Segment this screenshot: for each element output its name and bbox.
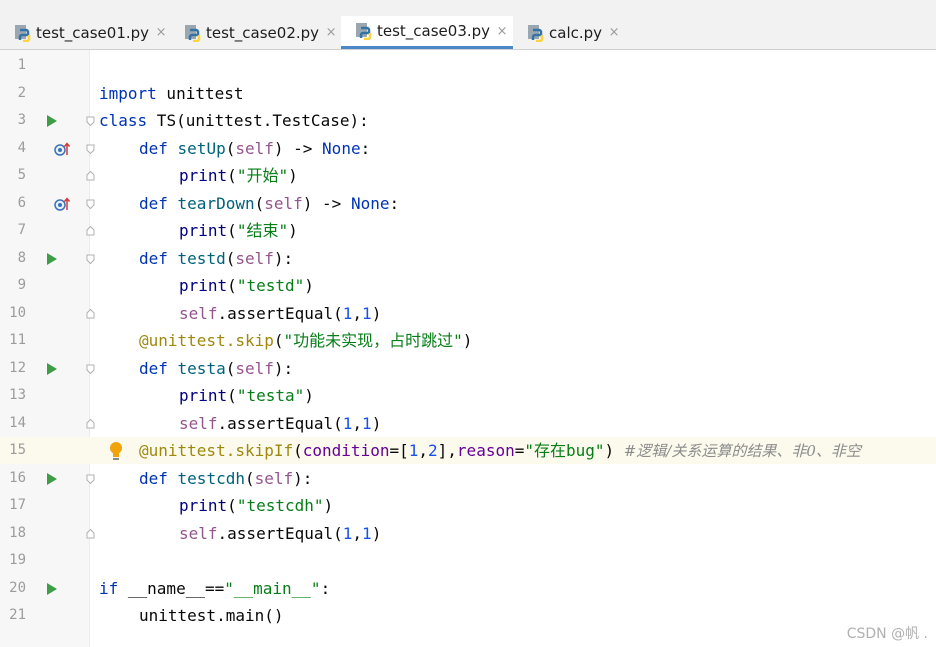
run-icon[interactable] [47, 363, 57, 375]
code-text[interactable]: self.assertEqual(1,1) [179, 520, 381, 547]
fold-end-icon[interactable] [86, 309, 95, 319]
line-number: 14 [9, 415, 26, 431]
code-line: 10 self.assertEqual(1,1) [0, 300, 936, 327]
python-file-icon [528, 24, 544, 42]
lightbulb-icon[interactable] [108, 440, 124, 462]
code-text[interactable]: print("结束") [179, 217, 298, 244]
close-icon[interactable]: × [496, 24, 508, 39]
code-text[interactable]: def testcdh(self): [139, 465, 312, 492]
code-line: 13 print("testa") [0, 382, 936, 409]
code-line: 9 print("testd") [0, 272, 936, 299]
line-number: 4 [17, 140, 26, 156]
code-text[interactable]: print("testd") [179, 272, 314, 299]
code-line: 4 def setUp(self) -> None: [0, 135, 936, 162]
code-line: 19 [0, 547, 936, 574]
line-number: 21 [9, 607, 26, 623]
fold-end-icon[interactable] [86, 419, 95, 429]
line-number: 20 [9, 580, 26, 596]
code-line: 2 import unittest [0, 80, 936, 107]
code-line: 12 def testa(self): [0, 355, 936, 382]
code-line: 14 self.assertEqual(1,1) [0, 410, 936, 437]
code-line: 17 print("testcdh") [0, 492, 936, 519]
tab-label: calc.py [549, 23, 603, 42]
code-text[interactable]: print("testa") [179, 382, 314, 409]
code-line: 5 print("开始") [0, 162, 936, 189]
close-icon[interactable]: × [155, 25, 167, 40]
line-number: 16 [9, 470, 26, 486]
python-file-icon [15, 24, 31, 42]
line-number: 7 [17, 222, 26, 238]
line-number: 8 [17, 250, 26, 266]
tab-test-case03[interactable]: test_case03.py × [341, 16, 513, 49]
watermark: CSDN @帆 . [846, 626, 928, 642]
tab-test-case01[interactable]: test_case01.py × [0, 16, 170, 49]
code-text[interactable]: print("testcdh") [179, 492, 333, 519]
code-line: 3 class TS(unittest.TestCase): [0, 107, 936, 134]
code-line: 6 def tearDown(self) -> None: [0, 190, 936, 217]
run-icon[interactable] [47, 253, 57, 265]
fold-end-icon[interactable] [86, 226, 95, 236]
code-text[interactable]: @unittest.skip("功能未实现，占时跳过") [139, 327, 472, 354]
code-text[interactable]: self.assertEqual(1,1) [179, 410, 381, 437]
python-file-icon [356, 23, 372, 40]
line-number: 13 [9, 387, 26, 403]
code-line: 11 @unittest.skip("功能未实现，占时跳过") [0, 327, 936, 354]
line-number: 6 [17, 195, 26, 211]
override-icon[interactable] [54, 196, 70, 212]
line-number: 10 [9, 305, 26, 321]
code-text[interactable]: def testd(self): [139, 245, 293, 272]
code-line: 20 if __name__=="__main__": [0, 575, 936, 602]
window-top-strip [0, 0, 936, 16]
fold-end-icon[interactable] [86, 171, 95, 181]
code-line: 7 print("结束") [0, 217, 936, 244]
code-text[interactable]: def tearDown(self) -> None: [139, 190, 399, 217]
line-number: 9 [17, 277, 26, 293]
code-text[interactable]: def testa(self): [139, 355, 293, 382]
tab-test-case02[interactable]: test_case02.py × [170, 16, 340, 49]
line-number: 1 [17, 57, 26, 73]
fold-icon[interactable] [86, 474, 95, 484]
close-icon[interactable]: × [608, 25, 620, 40]
fold-icon[interactable] [86, 144, 95, 154]
fold-icon[interactable] [86, 254, 95, 264]
code-line: 8 def testd(self): [0, 245, 936, 272]
line-number: 17 [9, 497, 26, 513]
code-text[interactable]: self.assertEqual(1,1) [179, 300, 381, 327]
code-text[interactable]: class TS(unittest.TestCase): [99, 107, 369, 134]
code-line: 21 unittest.main() [0, 602, 936, 629]
line-number: 15 [9, 442, 26, 458]
tab-label: test_case01.py [36, 23, 150, 42]
run-icon[interactable] [47, 473, 57, 485]
line-number: 5 [17, 167, 26, 183]
tab-calc[interactable]: calc.py × [513, 16, 631, 49]
code-text[interactable]: import unittest [99, 80, 244, 107]
editor-tab-bar: test_case01.py × test_case02.py × test_c… [0, 16, 936, 50]
override-icon[interactable] [54, 141, 70, 157]
code-text[interactable]: unittest.main() [139, 602, 284, 629]
code-text[interactable]: print("开始") [179, 162, 298, 189]
line-number: 18 [9, 525, 26, 541]
tab-label: test_case03.py [377, 22, 491, 40]
close-icon[interactable]: × [325, 25, 337, 40]
code-text[interactable]: @unittest.skipIf(condition=[1,2],reason=… [139, 437, 861, 465]
run-icon[interactable] [47, 583, 57, 595]
line-number: 12 [9, 360, 26, 376]
code-text[interactable]: if __name__=="__main__": [99, 575, 330, 602]
line-number: 2 [17, 85, 26, 101]
code-line: 16 def testcdh(self): [0, 465, 936, 492]
line-number: 3 [17, 112, 26, 128]
line-number: 19 [9, 552, 26, 568]
code-text[interactable]: def setUp(self) -> None: [139, 135, 370, 162]
python-file-icon [185, 24, 201, 42]
run-icon[interactable] [47, 115, 57, 127]
code-line: 18 self.assertEqual(1,1) [0, 520, 936, 547]
fold-icon[interactable] [86, 199, 95, 209]
code-line-current: 15 @unittest.skipIf(condition=[1,2],reas… [0, 437, 936, 464]
fold-end-icon[interactable] [86, 529, 95, 539]
line-number: 11 [9, 332, 26, 348]
fold-icon[interactable] [86, 364, 95, 374]
tab-label: test_case02.py [206, 23, 320, 42]
code-line: 1 [0, 52, 936, 79]
fold-icon[interactable] [86, 116, 95, 126]
